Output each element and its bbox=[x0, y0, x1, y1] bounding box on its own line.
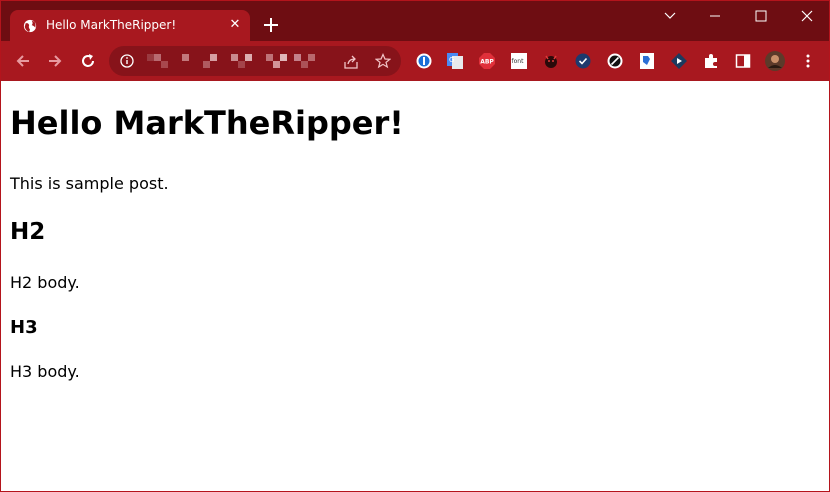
browser-window: Hello MarkTheRipper! ✕ G ABP font Hello … bbox=[0, 0, 830, 492]
page-heading-h2: H2 bbox=[10, 219, 46, 245]
globe-icon bbox=[23, 19, 37, 33]
font-icon[interactable]: font bbox=[511, 53, 527, 69]
minimize-icon[interactable] bbox=[700, 5, 730, 27]
puzzle-icon[interactable] bbox=[703, 53, 719, 69]
svg-text:G: G bbox=[449, 56, 454, 64]
plus-icon[interactable] bbox=[262, 16, 280, 34]
address-bar[interactable] bbox=[109, 46, 401, 76]
maximize-icon[interactable] bbox=[746, 5, 776, 27]
share-icon[interactable] bbox=[343, 54, 359, 70]
menu-icon[interactable] bbox=[800, 53, 816, 69]
devil-icon[interactable] bbox=[543, 53, 559, 69]
toolbar: G ABP font bbox=[1, 41, 829, 81]
paragraph-h2-body: H2 body. bbox=[10, 273, 80, 292]
bookmark-page-icon[interactable] bbox=[639, 53, 655, 69]
tab-strip: Hello MarkTheRipper! ✕ bbox=[1, 1, 829, 41]
profile-avatar[interactable] bbox=[765, 51, 785, 71]
page-heading-h3: H3 bbox=[10, 317, 38, 338]
star-icon[interactable] bbox=[375, 53, 391, 69]
back-icon[interactable] bbox=[14, 52, 32, 70]
page-content: Hello MarkTheRipper! This is sample post… bbox=[1, 81, 829, 491]
sidepanel-icon[interactable] bbox=[735, 53, 751, 69]
forward-icon[interactable] bbox=[46, 52, 64, 70]
chevron-down-icon[interactable] bbox=[655, 5, 685, 27]
tab-title: Hello MarkTheRipper! bbox=[46, 18, 177, 32]
adblock-plus-icon[interactable]: ABP bbox=[479, 53, 495, 69]
tab-close-icon[interactable]: ✕ bbox=[227, 17, 243, 33]
reload-icon[interactable] bbox=[79, 52, 97, 70]
block-icon[interactable] bbox=[607, 53, 623, 69]
close-icon[interactable] bbox=[792, 5, 822, 27]
diamond-icon[interactable] bbox=[671, 53, 687, 69]
1password-icon[interactable] bbox=[416, 53, 432, 69]
paragraph-h3-body: H3 body. bbox=[10, 362, 80, 381]
check-shield-icon[interactable] bbox=[575, 53, 591, 69]
info-icon[interactable] bbox=[120, 54, 134, 68]
svg-text:font: font bbox=[512, 58, 525, 65]
page-heading-h1: Hello MarkTheRipper! bbox=[10, 104, 404, 142]
svg-text:ABP: ABP bbox=[480, 59, 494, 66]
tab-active[interactable]: Hello MarkTheRipper! ✕ bbox=[10, 10, 250, 41]
url-pixelated bbox=[147, 54, 327, 70]
google-translate-icon[interactable]: G bbox=[447, 53, 463, 69]
paragraph-intro: This is sample post. bbox=[10, 174, 169, 193]
